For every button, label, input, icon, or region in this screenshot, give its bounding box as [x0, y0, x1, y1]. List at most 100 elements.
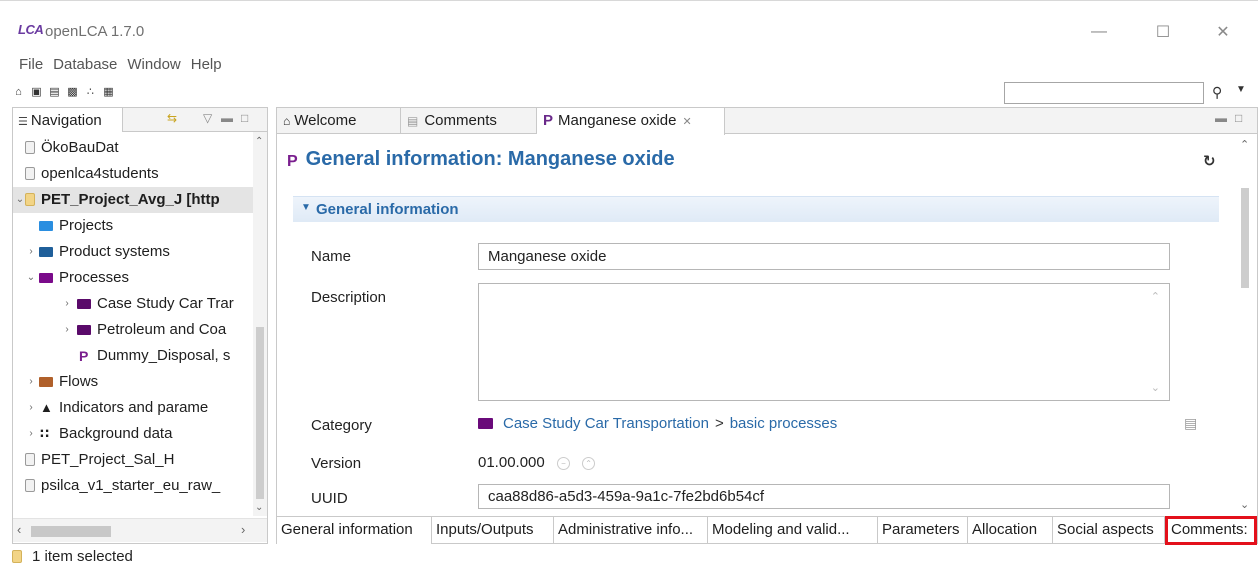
scroll-up-icon[interactable]: ⌃	[255, 136, 263, 147]
description-field[interactable]: ⌃ ⌄	[478, 283, 1170, 401]
collapse-arrow-icon[interactable]: ▼	[301, 202, 311, 213]
name-field[interactable]: Manganese oxide	[478, 243, 1170, 270]
chevron-right-icon[interactable]: ›	[25, 395, 37, 421]
menu-window[interactable]: Window	[126, 56, 181, 80]
minimize-editor-icon[interactable]: ▬	[1215, 111, 1227, 125]
tree-item-dummy-disposal[interactable]: P Dummy_Disposal, s	[13, 343, 253, 369]
chevron-right-icon[interactable]: ›	[25, 369, 37, 395]
folder-icon	[39, 221, 53, 231]
section-general-information[interactable]: ▼ General information	[293, 196, 1219, 222]
chevron-right-icon[interactable]: ›	[61, 291, 73, 317]
database-icon	[25, 479, 35, 492]
tree-item-psilca[interactable]: psilca_v1_starter_eu_raw_	[13, 473, 253, 499]
category-link[interactable]: Case Study Car Transportation	[503, 415, 709, 432]
editor-vertical-scrollbar[interactable]: ⌃ ⌄	[1235, 136, 1257, 514]
comment-icon[interactable]: ▤	[1184, 415, 1197, 432]
tab-comments[interactable]: ▤ Comments	[401, 108, 537, 134]
scroll-up-icon[interactable]: ⌃	[1240, 138, 1249, 151]
page-tab-modeling-and-validation[interactable]: Modeling and valid...	[708, 517, 878, 544]
comment-icon: ▤	[407, 114, 419, 128]
save-icon[interactable]: ▣	[30, 86, 43, 99]
version-label: Version	[311, 455, 362, 472]
page-tab-inputs-outputs[interactable]: Inputs/Outputs	[432, 517, 554, 544]
home-icon[interactable]: ⌂	[12, 86, 25, 99]
menu-help[interactable]: Help	[190, 56, 223, 80]
tree-item-case-study[interactable]: › Case Study Car Trar	[13, 291, 253, 317]
page-tab-administrative-info[interactable]: Administrative info...	[554, 517, 708, 544]
scroll-thumb[interactable]	[31, 526, 111, 537]
reports-icon[interactable]: ▦	[102, 86, 115, 99]
folder-icon	[77, 325, 91, 335]
page-tab-general-information[interactable]: General information	[277, 517, 432, 544]
menu-database[interactable]: Database	[52, 56, 118, 80]
scroll-down-icon[interactable]: ⌄	[1240, 498, 1249, 511]
version-value: 01.00.000 − ⌃	[478, 454, 596, 471]
chevron-right-icon[interactable]: ›	[25, 421, 37, 447]
formula-icon[interactable]: ∴	[84, 86, 97, 99]
page-tab-allocation[interactable]: Allocation	[968, 517, 1053, 544]
database-icon	[12, 550, 22, 563]
page-tab-social-aspects[interactable]: Social aspects	[1053, 517, 1165, 544]
search-icon[interactable]: ⚲	[1212, 84, 1222, 101]
chevron-right-icon[interactable]: ›	[25, 239, 37, 265]
tree-item-projects[interactable]: Projects	[13, 213, 253, 239]
window-title: openLCA 1.7.0	[45, 23, 145, 40]
search-input[interactable]	[1004, 82, 1204, 104]
title-bar: LCA openLCA 1.7.0 — ☐ ✕	[0, 0, 1258, 52]
category-leaf-link[interactable]: basic processes	[730, 415, 838, 432]
chevron-right-icon[interactable]: ›	[61, 317, 73, 343]
page-title: P General information: Manganese oxide	[287, 148, 675, 170]
folder-icon	[478, 418, 493, 429]
tree-item-product-systems[interactable]: › Product systems	[13, 239, 253, 265]
tree-item-pet-project-sal-h[interactable]: PET_Project_Sal_H	[13, 447, 253, 473]
folder-icon	[39, 377, 53, 387]
tab-manganese-oxide[interactable]: P Manganese oxide ✕	[537, 108, 725, 135]
save-all-icon[interactable]: ▩	[66, 86, 79, 99]
uuid-field[interactable]: caa88d86-a5d3-459a-9a1c-7fe2bd6b54cf	[478, 484, 1170, 509]
folder-icon	[77, 299, 91, 309]
menu-file[interactable]: File	[18, 56, 44, 80]
description-label: Description	[311, 289, 387, 306]
tree-item-okobaudat[interactable]: ÖkoBauDat	[13, 135, 253, 161]
navigation-tree: ÖkoBauDat openlca4students ⌄ PET_Project…	[13, 135, 253, 517]
tree-item-pet-project-avg-j[interactable]: ⌄ PET_Project_Avg_J [http	[13, 187, 253, 213]
scroll-down-icon[interactable]: ⌄	[255, 502, 263, 513]
scroll-thumb[interactable]	[1241, 188, 1249, 288]
view-menu-icon[interactable]: ▽	[203, 111, 212, 125]
scroll-thumb[interactable]	[256, 327, 264, 499]
version-up-icon[interactable]: ⌃	[582, 457, 596, 470]
maximize-view-icon[interactable]: □	[241, 111, 248, 125]
search-dropdown-icon[interactable]: ▼	[1236, 84, 1246, 95]
chevron-down-icon[interactable]: ⌄	[25, 265, 37, 291]
navigation-horizontal-scrollbar[interactable]: ‹ ›	[13, 518, 267, 542]
tab-welcome[interactable]: ⌂ Welcome	[277, 108, 401, 134]
minimize-icon[interactable]: —	[1076, 17, 1122, 47]
tree-item-flows[interactable]: › Flows	[13, 369, 253, 395]
scroll-down-icon[interactable]: ⌄	[1151, 381, 1160, 394]
close-tab-icon[interactable]: ✕	[682, 116, 691, 128]
tree-item-indicators[interactable]: › ▲ Indicators and parame	[13, 395, 253, 421]
link-editor-icon[interactable]: ⇆	[167, 111, 177, 125]
close-icon[interactable]: ✕	[1200, 17, 1246, 47]
navigation-vertical-scrollbar[interactable]: ⌃ ⌄	[253, 132, 267, 516]
save-as-icon[interactable]: ▤	[48, 86, 61, 99]
navigation-tab-label: Navigation	[30, 112, 102, 129]
scroll-right-icon[interactable]: ›	[241, 522, 245, 537]
tree-item-background-data[interactable]: › ∷ Background data	[13, 421, 253, 447]
maximize-icon[interactable]: ☐	[1140, 17, 1186, 47]
scroll-up-icon[interactable]: ⌃	[1151, 290, 1160, 303]
tree-item-processes[interactable]: ⌄ Processes	[13, 265, 253, 291]
page-tab-parameters[interactable]: Parameters	[878, 517, 968, 544]
status-text: 1 item selected	[32, 548, 133, 565]
maximize-editor-icon[interactable]: □	[1235, 111, 1242, 125]
tree-item-openlca4students[interactable]: openlca4students	[13, 161, 253, 187]
folder-icon	[39, 247, 53, 257]
tree-item-petroleum[interactable]: › Petroleum and Coa	[13, 317, 253, 343]
page-tab-comments[interactable]: Comments:	[1165, 516, 1257, 545]
refresh-icon[interactable]: ↻	[1203, 152, 1216, 170]
tab-navigation[interactable]: ☰ Navigation	[13, 108, 123, 132]
app-logo: LCA	[18, 22, 44, 37]
scroll-left-icon[interactable]: ‹	[17, 522, 21, 537]
version-down-icon[interactable]: −	[556, 457, 570, 470]
minimize-view-icon[interactable]: ▬	[221, 111, 233, 125]
